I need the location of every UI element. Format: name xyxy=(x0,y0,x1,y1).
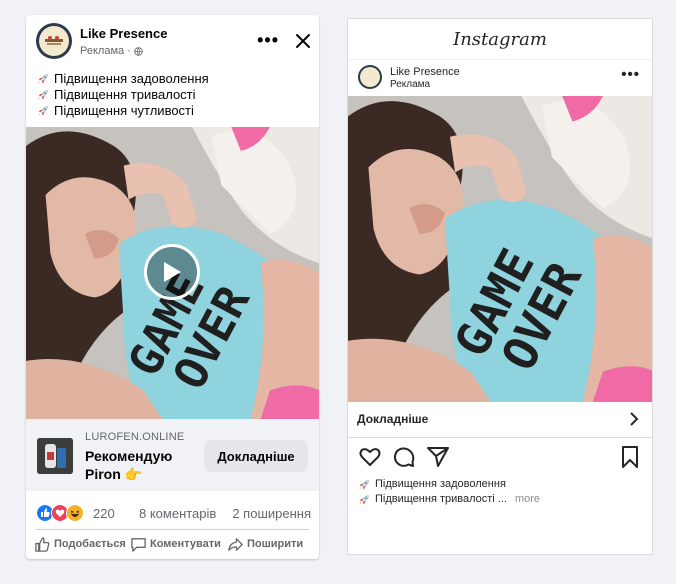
send-icon[interactable] xyxy=(426,445,450,469)
post-line: Підвищення задоволення xyxy=(37,71,209,87)
close-icon[interactable] xyxy=(295,33,311,49)
instagram-actions xyxy=(348,445,652,473)
more-options-icon[interactable]: ••• xyxy=(621,67,640,82)
cta-domain: LUROFEN.ONLINE xyxy=(85,431,185,443)
sponsored-label: Реклама xyxy=(390,79,431,90)
comment-count[interactable]: 8 коментарів xyxy=(139,506,216,521)
share-count[interactable]: 2 поширення xyxy=(232,506,311,521)
chevron-right-icon xyxy=(630,412,639,426)
play-icon xyxy=(164,262,181,282)
globe-icon xyxy=(134,46,143,56)
rocket-icon xyxy=(358,479,370,491)
sponsored-label[interactable]: Реклама xyxy=(80,45,124,57)
comment-icon xyxy=(131,537,146,552)
ad-cta-bar: LUROFEN.ONLINE Рекомендую Piron 👉 Доклад… xyxy=(26,419,319,491)
share-button[interactable]: Поширити xyxy=(227,533,303,555)
divider xyxy=(36,529,309,530)
meta-separator: · xyxy=(127,45,131,57)
reaction-count: 220 xyxy=(93,505,115,521)
engagement-stats: 220 8 коментарів 2 поширення xyxy=(36,500,311,526)
rocket-icon xyxy=(37,73,49,85)
video-media[interactable] xyxy=(26,127,319,419)
account-avatar[interactable] xyxy=(358,65,382,89)
post-line: Підвищення чутливості xyxy=(37,103,209,119)
page-avatar[interactable] xyxy=(36,23,72,59)
rocket-icon xyxy=(358,494,370,506)
facebook-ad-card: Like Presence Реклама · ••• Підвищення з… xyxy=(26,15,319,559)
post-line: Підвищення тривалості xyxy=(37,87,209,103)
post-caption: Підвищення задоволення Підвищення тривал… xyxy=(358,477,540,507)
caption-line: Підвищення тривалості ... more xyxy=(358,492,540,507)
instagram-post-header: Like Presence Реклама ••• xyxy=(348,59,652,96)
caption-line: Підвищення задоволення xyxy=(358,477,540,492)
comment-button[interactable]: Коментувати xyxy=(130,533,221,555)
logo-icon xyxy=(45,36,63,45)
cta-headline[interactable]: Рекомендую Piron 👉 xyxy=(85,447,200,483)
learn-more-bar[interactable]: Докладніше xyxy=(348,402,652,438)
post-media[interactable] xyxy=(348,96,653,402)
like-button[interactable]: Подобається xyxy=(34,533,126,555)
thumbs-up-icon xyxy=(35,536,50,552)
instagram-ad-card: Instagram Like Presence Реклама ••• Докл… xyxy=(347,18,653,555)
product-thumbnail[interactable] xyxy=(37,438,73,474)
bookmark-icon[interactable] xyxy=(618,445,642,469)
play-button[interactable] xyxy=(144,244,200,300)
learn-more-button[interactable]: Докладніше xyxy=(204,440,308,472)
post-text: Підвищення задоволення Підвищення тривал… xyxy=(37,71,209,119)
heart-icon[interactable] xyxy=(358,445,382,469)
more-link[interactable]: more xyxy=(515,492,540,507)
comment-icon[interactable] xyxy=(392,445,416,469)
share-icon xyxy=(228,537,243,551)
post-image xyxy=(348,96,653,402)
account-name[interactable]: Like Presence xyxy=(390,66,460,78)
rocket-icon xyxy=(37,105,49,117)
sponsored-meta: Реклама · xyxy=(80,45,143,57)
learn-more-label: Докладніше xyxy=(357,412,429,426)
instagram-logo: Instagram xyxy=(453,29,547,50)
more-options-icon[interactable]: ••• xyxy=(257,31,279,49)
rocket-icon xyxy=(37,89,49,101)
facebook-post-header: Like Presence Реклама · ••• xyxy=(26,15,319,67)
page-name[interactable]: Like Presence xyxy=(80,26,167,41)
reactions[interactable]: 220 xyxy=(36,504,115,522)
instagram-top-bar: Instagram xyxy=(348,19,652,60)
product-image xyxy=(37,438,73,474)
haha-icon xyxy=(66,504,84,522)
post-actions: Подобається Коментувати Поширити xyxy=(34,533,319,557)
